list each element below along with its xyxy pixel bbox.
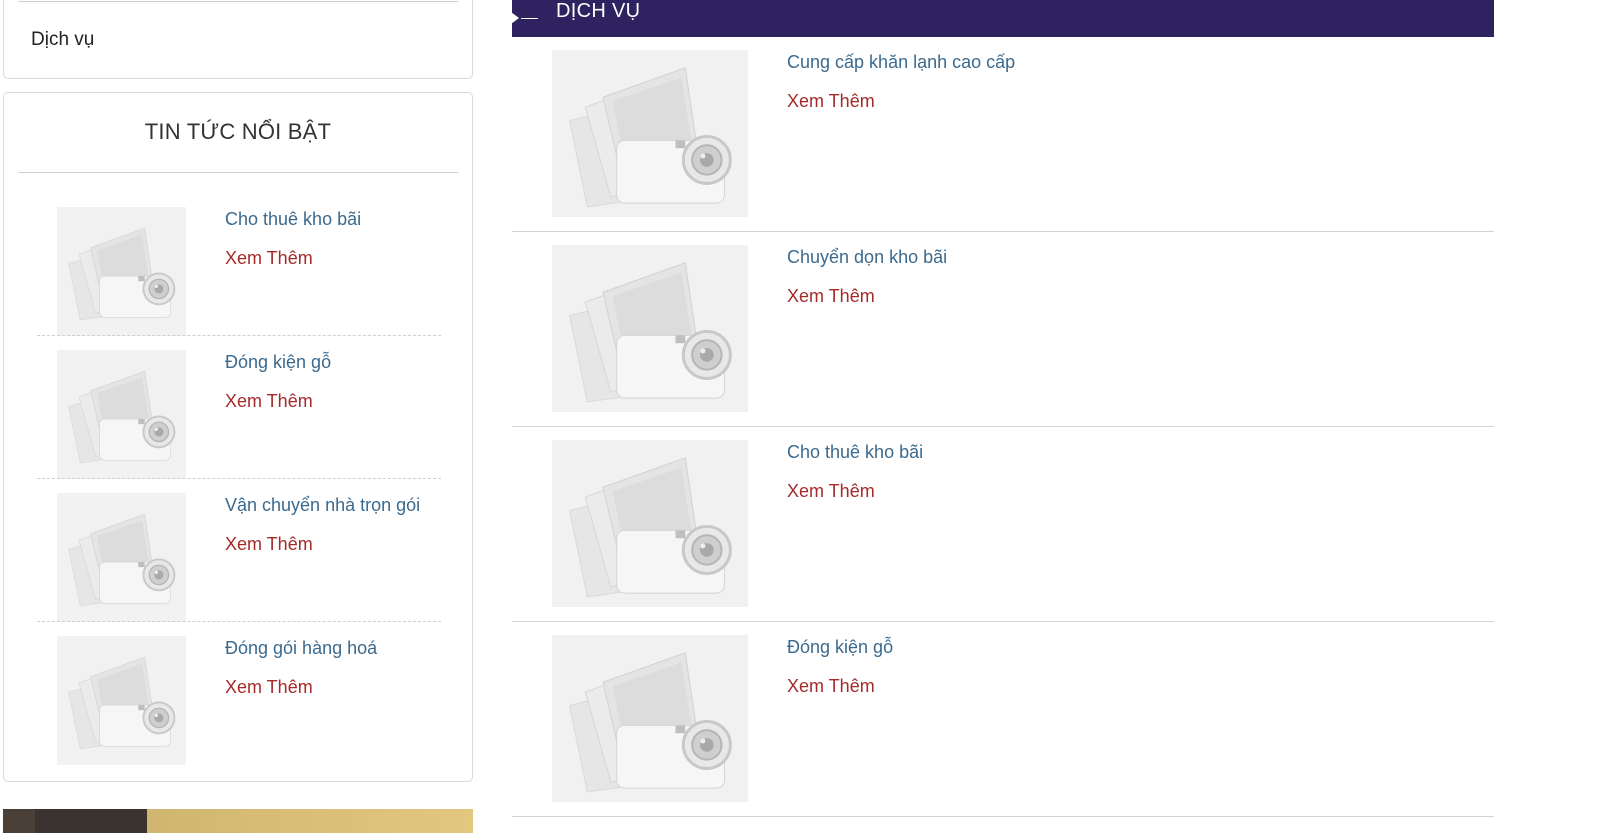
featured-news-list: Cho thuê kho bãi Xem Thêm Đóng kiện gỗ X… bbox=[37, 207, 441, 779]
read-more-link[interactable]: Xem Thêm bbox=[787, 286, 875, 307]
service-item-title[interactable]: Đóng kiện gỗ bbox=[787, 637, 893, 658]
read-more-link[interactable]: Xem Thêm bbox=[225, 677, 313, 698]
services-section-title: DỊCH VỤ bbox=[556, 0, 641, 22]
camera-placeholder-icon[interactable] bbox=[57, 493, 186, 622]
banner-dark-panel bbox=[35, 809, 147, 833]
divider bbox=[18, 1, 458, 2]
news-item: Cho thuê kho bãi Xem Thêm bbox=[37, 207, 441, 350]
news-item-title[interactable]: Cho thuê kho bãi bbox=[225, 209, 361, 230]
camera-placeholder-icon[interactable] bbox=[57, 350, 186, 479]
news-item: Đóng kiện gỗ Xem Thêm bbox=[37, 350, 441, 493]
camera-placeholder-icon[interactable] bbox=[552, 50, 748, 217]
featured-news-box: TIN TỨC NỔI BẬT Cho thuê kho bãi Xem Thê… bbox=[3, 92, 473, 782]
camera-placeholder-icon[interactable] bbox=[552, 440, 748, 607]
read-more-link[interactable]: Xem Thêm bbox=[225, 248, 313, 269]
service-item-title[interactable]: Cung cấp khăn lạnh cao cấp bbox=[787, 52, 1015, 73]
news-item: Vận chuyển nhà trọn gói Xem Thêm bbox=[37, 493, 441, 636]
news-item-title[interactable]: Đóng kiện gỗ bbox=[225, 352, 331, 373]
service-item-title[interactable]: Chuyển dọn kho bãi bbox=[787, 247, 947, 268]
banner-image[interactable] bbox=[3, 809, 473, 833]
arrow-right-icon bbox=[511, 12, 519, 24]
read-more-link[interactable]: Xem Thêm bbox=[787, 676, 875, 697]
sidebar-menu-box: Dịch vụ bbox=[3, 0, 473, 79]
news-item: Đóng gói hàng hoá Xem Thêm bbox=[37, 636, 441, 779]
service-item-title[interactable]: Cho thuê kho bãi bbox=[787, 442, 923, 463]
services-list: Cung cấp khăn lạnh cao cấp Xem Thêm Chuy… bbox=[512, 50, 1494, 830]
read-more-link[interactable]: Xem Thêm bbox=[787, 481, 875, 502]
divider bbox=[18, 172, 458, 173]
sidebar-menu-item-dich-vu[interactable]: Dịch vụ bbox=[31, 29, 94, 51]
read-more-link[interactable]: Xem Thêm bbox=[225, 534, 313, 555]
camera-placeholder-icon[interactable] bbox=[57, 207, 186, 336]
service-item: Đóng kiện gỗ Xem Thêm bbox=[512, 635, 1494, 830]
camera-placeholder-icon[interactable] bbox=[57, 636, 186, 765]
services-section-header: DỊCH VỤ bbox=[511, 0, 1494, 37]
camera-placeholder-icon[interactable] bbox=[552, 635, 748, 802]
service-item: Cung cấp khăn lạnh cao cấp Xem Thêm bbox=[512, 50, 1494, 245]
news-item-title[interactable]: Vận chuyển nhà trọn gói bbox=[225, 495, 420, 516]
service-item: Chuyển dọn kho bãi Xem Thêm bbox=[512, 245, 1494, 440]
read-more-link[interactable]: Xem Thêm bbox=[225, 391, 313, 412]
news-item-title[interactable]: Đóng gói hàng hoá bbox=[225, 638, 377, 659]
featured-news-title: TIN TỨC NỔI BẬT bbox=[144, 119, 332, 144]
service-item: Cho thuê kho bãi Xem Thêm bbox=[512, 440, 1494, 635]
header-line bbox=[521, 18, 538, 19]
camera-placeholder-icon[interactable] bbox=[552, 245, 748, 412]
read-more-link[interactable]: Xem Thêm bbox=[787, 91, 875, 112]
